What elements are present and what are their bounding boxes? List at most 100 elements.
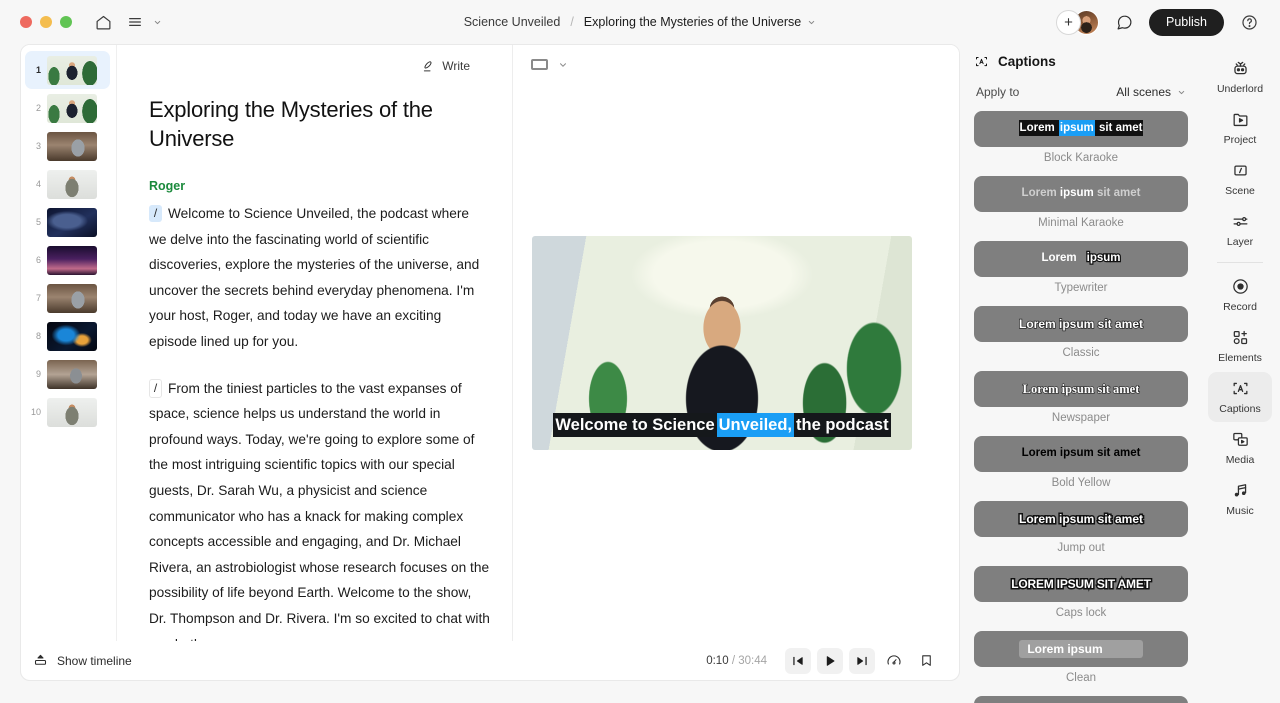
caption-style-name: Clean [974, 672, 1188, 684]
caption-style-card[interactable]: Lorem ipsum sit amet [974, 371, 1188, 407]
caption-style-card[interactable]: Lorem ipsum sit amet [974, 111, 1188, 147]
caption-style-name: Jump out [974, 542, 1188, 554]
tool-rail[interactable]: UnderlordProjectScene Layer RecordElements… [1200, 44, 1280, 703]
hamburger-menu-icon[interactable] [122, 9, 148, 35]
rail-item-project[interactable]: Project [1208, 103, 1272, 153]
skip-forward-icon[interactable] [849, 648, 875, 674]
maximize-window-button[interactable] [60, 16, 72, 28]
rail-item-music[interactable]: Music [1208, 474, 1272, 524]
caption-word-highlighted: Unveiled, [717, 413, 794, 437]
write-button[interactable]: Write [137, 45, 492, 87]
breadcrumb-chevron-down-icon[interactable] [807, 18, 816, 27]
scene-thumbnail-image[interactable] [47, 398, 97, 427]
scene-thumbnail-image[interactable] [47, 284, 97, 313]
rail-item-record[interactable]: Record [1208, 270, 1272, 320]
aspect-ratio-selector[interactable] [513, 45, 959, 70]
player-bar: Show timeline 0:10 / 30:44 [20, 641, 960, 681]
caption-style-card[interactable]: Lorem ipsum sit amet [974, 306, 1188, 342]
add-button[interactable]: + [1056, 10, 1081, 35]
home-icon[interactable] [90, 9, 116, 35]
scene-thumbnail-item[interactable]: 5 [25, 203, 110, 241]
comment-bubble-icon[interactable] [1111, 9, 1137, 35]
menu-chevron-down-icon[interactable] [150, 9, 164, 35]
caption-style-preview: Lorem ipsum sit amet [1019, 318, 1143, 330]
caption-style-preview: LOREM IPSUM SIT AMET [1011, 578, 1151, 590]
minimize-window-button[interactable] [40, 16, 52, 28]
apply-to-value: All scenes [1116, 85, 1171, 99]
caption-style-card[interactable]: LOREM IPSUM SIT AMET [974, 566, 1188, 602]
scene-thumbnail-image[interactable] [47, 246, 97, 275]
captions-icon [1231, 379, 1250, 398]
scene-thumbnail-item[interactable]: 8 [25, 317, 110, 355]
aspect-ratio-chevron-down-icon[interactable] [558, 60, 568, 70]
caption-style-name: Caps lock [974, 607, 1188, 619]
caption-style-card[interactable]: Lorem ipsum sit amet [974, 436, 1188, 472]
apply-to-chevron-down-icon[interactable] [1177, 88, 1186, 97]
breadcrumb-root[interactable]: Science Unveiled [464, 15, 561, 29]
caption-style-preview: Lorem ipsum sit amet [1022, 448, 1141, 460]
skip-back-icon[interactable] [785, 648, 811, 674]
scene-thumbnail-image[interactable] [47, 208, 97, 237]
show-timeline-button[interactable]: Show timeline [33, 653, 132, 668]
transcript-paragraph-1[interactable]: /Welcome to Science Unveiled, the podcas… [137, 193, 492, 355]
scene-thumbnail-image[interactable] [47, 94, 97, 123]
apply-to-select[interactable]: All scenes [1116, 85, 1186, 99]
scene-thumbnail-item[interactable]: 10 [25, 393, 110, 431]
page-title: Exploring the Mysteries of the Universe [137, 87, 492, 153]
scene-marker[interactable]: / [149, 379, 162, 398]
bookmark-icon[interactable] [913, 648, 939, 674]
video-preview[interactable]: Welcome to Science Unveiled, the podcast [532, 236, 912, 450]
scene-thumbnail-rail[interactable]: 1 2 34 5 6 7 8 910 [21, 45, 117, 680]
rail-item-scene[interactable]: Scene [1208, 154, 1272, 204]
rail-item-label: Music [1226, 505, 1253, 517]
scene-thumbnail-image[interactable] [47, 322, 97, 351]
caption-style-card[interactable]: Lorem ipsum [974, 631, 1188, 667]
publish-button[interactable]: Publish [1149, 9, 1224, 36]
caption-style-card[interactable]: Loremipsum [974, 241, 1188, 277]
caption-style-list[interactable]: Lorem ipsum sit amet Block Karaoke Lorem i… [962, 99, 1200, 703]
scene-number: 6 [29, 255, 41, 265]
caption-style-card[interactable]: Lorem ipsum sit amet [974, 176, 1188, 212]
window-traffic-lights [20, 16, 72, 28]
current-time: 0:10 [706, 655, 728, 667]
scene-thumbnail-image[interactable] [47, 170, 97, 199]
scene-number: 7 [29, 293, 41, 303]
rail-item-media[interactable]: Media [1208, 423, 1272, 473]
layers-sliders-icon [1231, 212, 1250, 231]
playback-time: 0:10 / 30:44 [706, 655, 767, 667]
scene-thumbnail-image[interactable] [47, 132, 97, 161]
scene-number: 2 [29, 103, 41, 113]
caption-style-card[interactable]: Lorem ipsum sit amet [974, 696, 1188, 703]
rail-item-underlord[interactable]: Underlord [1208, 52, 1272, 102]
scene-thumbnail-image[interactable] [47, 360, 97, 389]
play-icon[interactable] [817, 648, 843, 674]
transcript-paragraph-2[interactable]: /From the tiniest particles to the vast … [137, 355, 492, 658]
rail-item-captions[interactable]: Captions [1208, 372, 1272, 422]
time-separator: / [732, 655, 735, 667]
apply-to-row: Apply to All scenes [962, 69, 1200, 99]
caption-style-preview: Lorem ipsum [1019, 640, 1142, 658]
scene-marker-active[interactable]: / [149, 205, 162, 222]
scene-thumbnail-item[interactable]: 4 [25, 165, 110, 203]
scene-thumbnail-item[interactable]: 3 [25, 127, 110, 165]
scene-thumbnail-item[interactable]: 6 [25, 241, 110, 279]
scene-thumbnail-image[interactable] [47, 56, 97, 85]
scene-number: 5 [29, 217, 41, 227]
rail-item-label: Layer [1227, 236, 1253, 248]
breadcrumb-current[interactable]: Exploring the Mysteries of the Universe [584, 15, 816, 29]
caption-style-card[interactable]: Lorem ipsum sit amet [974, 501, 1188, 537]
caption-style-name: Block Karaoke [974, 152, 1188, 164]
rail-item-layer[interactable]: Layer [1208, 205, 1272, 255]
invite-collaborators[interactable]: + [1056, 10, 1099, 35]
help-circle-icon[interactable] [1236, 9, 1262, 35]
caption-word: the podcast [794, 413, 891, 437]
rail-item-elements[interactable]: Elements [1208, 321, 1272, 371]
scene-number: 8 [29, 331, 41, 341]
scene-thumbnail-item[interactable]: 2 [25, 89, 110, 127]
scene-thumbnail-item[interactable]: 1 [25, 51, 110, 89]
scene-thumbnail-item[interactable]: 9 [25, 355, 110, 393]
close-window-button[interactable] [20, 16, 32, 28]
scene-thumbnail-item[interactable]: 7 [25, 279, 110, 317]
transcript-pane[interactable]: Write Exploring the Mysteries of the Uni… [117, 45, 513, 680]
speed-gauge-icon[interactable] [881, 648, 907, 674]
